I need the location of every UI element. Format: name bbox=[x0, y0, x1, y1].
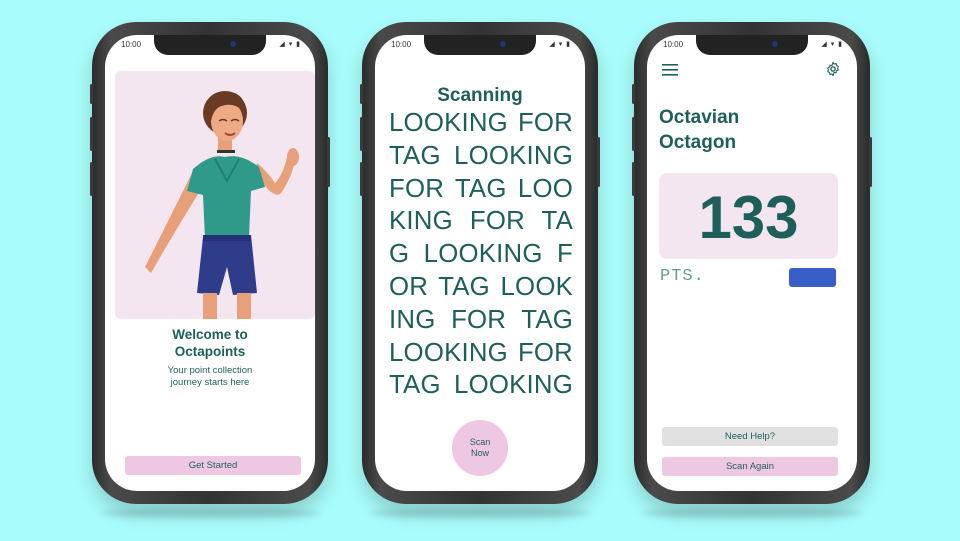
phone-welcome: 10:00 ◢ ▾ ▮ Welcome to Octapoints Your p… bbox=[90, 22, 330, 504]
scanning-text: LOOKING FOR TAG LOOKING FOR TAG LOO KING… bbox=[389, 107, 573, 402]
front-camera bbox=[230, 41, 236, 47]
phone-profile: 10:00 ◢ ▾ ▮ Octavian Octagon 133 PTS. Ne… bbox=[632, 22, 872, 504]
phone-power-button bbox=[597, 137, 600, 187]
notch bbox=[154, 35, 266, 55]
scan-text-line: ING FOR TAG bbox=[389, 305, 573, 334]
get-started-button[interactable]: Get Started bbox=[125, 456, 301, 475]
status-icons: ◢ ▾ ▮ bbox=[549, 41, 571, 48]
profile-screen: 10:00 ◢ ▾ ▮ Octavian Octagon 133 PTS. Ne… bbox=[647, 35, 857, 491]
scan-text-line: G LOOKING F bbox=[389, 240, 573, 269]
status-icons: ◢ ▾ ▮ bbox=[821, 41, 843, 48]
scan-text-line: FOR TAG LOO bbox=[389, 174, 573, 203]
status-time: 10:00 bbox=[121, 40, 142, 49]
notch bbox=[696, 35, 808, 55]
menu-icon[interactable] bbox=[662, 64, 678, 76]
notch bbox=[424, 35, 536, 55]
welcome-subtitle: Your point collection journey starts her… bbox=[167, 365, 253, 388]
status-icons: ◢ ▾ ▮ bbox=[279, 41, 301, 48]
welcome-illustration bbox=[115, 71, 315, 319]
scanning-screen: 10:00 ◢ ▾ ▮ Scanning LOOKING FOR TAG LOO… bbox=[375, 35, 585, 491]
woman-illustration bbox=[145, 91, 299, 319]
phone-volume-down bbox=[632, 162, 635, 196]
welcome-screen: 10:00 ◢ ▾ ▮ Welcome to Octapoints Your p… bbox=[105, 35, 315, 491]
phone-mute-switch bbox=[90, 84, 93, 104]
points-value: 133 bbox=[698, 184, 799, 251]
phone-power-button bbox=[327, 137, 330, 187]
scan-text-line: TAG LOOKING bbox=[389, 371, 573, 400]
phone-mute-switch bbox=[360, 84, 363, 104]
phone-volume-down bbox=[90, 162, 93, 196]
phone-volume-up bbox=[632, 117, 635, 151]
front-camera bbox=[500, 41, 506, 47]
gear-icon[interactable] bbox=[825, 61, 841, 77]
scan-text-line: LOOKING FOR bbox=[389, 338, 573, 367]
phone-volume-up bbox=[360, 117, 363, 151]
front-camera bbox=[772, 41, 778, 47]
user-name: Octavian Octagon bbox=[659, 107, 740, 153]
scan-text-line: OR TAG LOOK bbox=[389, 272, 573, 301]
phone-volume-up bbox=[90, 117, 93, 151]
points-action-chip[interactable] bbox=[789, 268, 836, 287]
status-time: 10:00 bbox=[391, 40, 412, 49]
scan-text-line: KING FOR TA bbox=[389, 207, 573, 236]
phone-volume-down bbox=[360, 162, 363, 196]
scan-text-line: TAG LOOKING bbox=[389, 141, 573, 170]
phone-scanning: 10:00 ◢ ▾ ▮ Scanning LOOKING FOR TAG LOO… bbox=[360, 22, 600, 504]
scan-again-button[interactable]: Scan Again bbox=[662, 457, 838, 476]
scan-now-button[interactable]: Scan Now bbox=[452, 420, 508, 476]
scanning-title: Scanning bbox=[437, 85, 523, 106]
phone-mute-switch bbox=[632, 84, 635, 104]
need-help-button[interactable]: Need Help? bbox=[662, 427, 838, 446]
points-card: 133 bbox=[659, 173, 838, 259]
points-unit: PTS. bbox=[660, 267, 705, 286]
phone-power-button bbox=[869, 137, 872, 187]
scan-text-line: LOOKING FOR bbox=[389, 109, 573, 137]
status-time: 10:00 bbox=[663, 40, 684, 49]
welcome-title: Welcome to Octapoints bbox=[172, 327, 248, 359]
